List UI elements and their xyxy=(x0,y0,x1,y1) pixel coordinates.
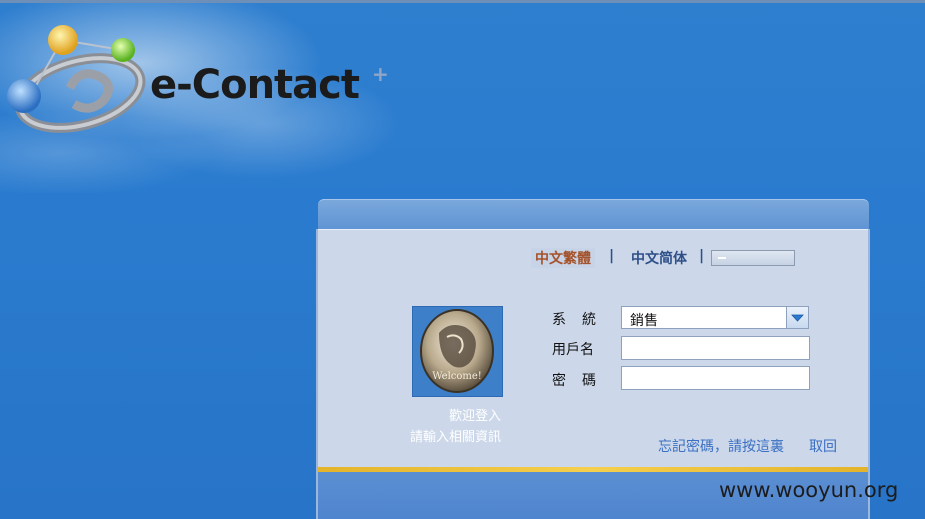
welcome-image: Welcome! xyxy=(412,306,503,397)
welcome-coin-icon: Welcome! xyxy=(420,309,494,393)
brand-plus: + xyxy=(372,62,389,86)
system-select[interactable]: 銷售 xyxy=(621,306,809,329)
lang-traditional-link[interactable]: 中文繁體 xyxy=(531,248,595,268)
lang-option-box[interactable] xyxy=(711,250,795,266)
lang-separator: | xyxy=(699,248,705,264)
lang-simplified-link[interactable]: 中文简体 xyxy=(627,248,691,268)
login-panel-header xyxy=(318,199,869,230)
watermark: www.wooyun.org xyxy=(719,478,899,502)
welcome-caption: Welcome! xyxy=(432,371,482,382)
system-select-value: 銷售 xyxy=(630,313,658,329)
username-label: 用戶名 xyxy=(552,342,594,358)
brand-name: e-Contact xyxy=(150,62,360,108)
lang-box-mark xyxy=(718,257,726,259)
password-label: 密碼 xyxy=(552,373,612,389)
forgot-password-link[interactable]: 忘記密碼，請按這裏 xyxy=(658,436,784,456)
username-input[interactable] xyxy=(621,336,810,360)
retrieve-link[interactable]: 取回 xyxy=(809,436,837,456)
panel-edge-right xyxy=(868,229,870,519)
system-label: 系統 xyxy=(552,312,612,328)
password-input[interactable] xyxy=(621,366,810,390)
welcome-line-1: 歡迎登入 xyxy=(448,409,501,424)
panel-edge-left xyxy=(316,229,318,519)
welcome-line-2: 請輸入相關資訊 xyxy=(409,430,501,445)
lang-separator: | xyxy=(609,248,615,264)
chevron-down-icon[interactable] xyxy=(786,307,808,328)
